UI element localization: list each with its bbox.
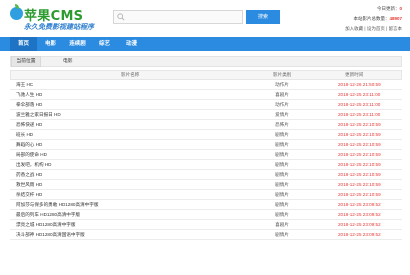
apple-logo-icon xyxy=(10,4,23,20)
movie-update-time: 2018-12-25 23:09:52 xyxy=(338,222,381,227)
table-row: 决斗部神 HD1280高清国语中字版 剧情片 2018-12-25 23:09:52 xyxy=(10,230,402,240)
table-row: 恐怖快递 HD 恐怖片 2018-12-25 22:10:59 xyxy=(10,120,402,130)
table-row: 班长 HD 剧情片 2018-12-25 22:10:59 xyxy=(10,130,402,140)
site-stats: 今日更新：0 本站影片总数量：48907 加入收藏 | 设为首页 | 留言本 xyxy=(345,4,402,34)
movie-type-link[interactable]: 爱情片 xyxy=(272,110,292,120)
movie-update-time: 2018-12-25 23:09:52 xyxy=(338,232,381,237)
table-row: 救世风雨 HD 剧情片 2018-12-25 22:10:59 xyxy=(10,180,402,190)
movie-title-link[interactable]: 漂亮之城 HD1280高清中字版 xyxy=(16,220,75,230)
movie-title-link[interactable]: 出发吧，机构 HD xyxy=(16,160,51,170)
movie-update-time: 2018-12-25 23:09:52 xyxy=(338,212,381,217)
movie-title-link[interactable]: 班长 HD xyxy=(16,130,33,140)
movie-title-link[interactable]: 决斗部神 HD1280高清国语中字版 xyxy=(16,230,85,240)
movie-update-time: 2018-12-25 23:11:00 xyxy=(338,102,381,107)
table-row: 飞驰人生 HD 喜剧片 2018-12-25 23:11:00 xyxy=(10,90,402,100)
table-row: 出发吧，机构 HD 剧情片 2018-12-25 22:10:59 xyxy=(10,160,402,170)
table-header: 影片名称 影片类别 更新时间 xyxy=(10,70,402,80)
movie-title-link[interactable]: 飞驰人生 HD xyxy=(16,90,42,100)
movie-title-link[interactable]: 局部的使命 HD xyxy=(16,150,47,160)
movie-type-link[interactable]: 剧情片 xyxy=(272,130,292,140)
search-icon xyxy=(117,13,125,21)
movie-type-link[interactable]: 剧情片 xyxy=(272,140,292,150)
movie-title-link[interactable]: 舞蹈的心 HD xyxy=(16,140,42,150)
movie-update-time: 2018-12-25 23:09:52 xyxy=(338,202,381,207)
table-row: 波兰雅之家日报日 HD 爱情片 2018-12-25 23:11:00 xyxy=(10,110,402,120)
breadcrumb-home[interactable]: 当前位置 xyxy=(11,56,41,67)
total-movies: 本站影片总数量：48907 xyxy=(345,14,402,24)
table-row: 最后的列车 HD1280高清中字版 剧情片 2018-12-25 23:09:52 xyxy=(10,210,402,220)
movie-type-link[interactable]: 剧情片 xyxy=(272,210,292,220)
nav-item-series[interactable]: 连续剧 xyxy=(64,37,91,51)
table-row: 漂亮之城 HD1280高清中字版 喜剧片 2018-12-25 23:09:52 xyxy=(10,220,402,230)
movie-title-link[interactable]: 恐怖快递 HD xyxy=(16,120,42,130)
table-row: 阿加莎与保多的勇敢 HD1280高清中字版 剧情片 2018-12-25 23:09… xyxy=(10,200,402,210)
movie-update-time: 2018-12-25 23:11:00 xyxy=(338,112,381,117)
search-input[interactable] xyxy=(127,12,241,22)
breadcrumb-current[interactable]: 电影 xyxy=(63,57,73,66)
movie-title-link[interactable]: 救世风雨 HD xyxy=(16,180,42,190)
search-button[interactable]: 搜索 xyxy=(246,10,280,24)
movie-type-link[interactable]: 动作片 xyxy=(272,80,292,90)
movie-title-link[interactable]: 波兰雅之家日报日 HD xyxy=(16,110,61,120)
movie-update-time: 2018-12-25 23:11:00 xyxy=(338,92,381,97)
movie-type-link[interactable]: 剧情片 xyxy=(272,230,292,240)
header-name: 影片名称 xyxy=(121,72,140,77)
movie-type-link[interactable]: 剧情片 xyxy=(272,170,292,180)
movie-type-link[interactable]: 喜剧片 xyxy=(272,90,292,100)
movie-title-link[interactable]: 杀结交杆 HD xyxy=(16,190,42,200)
movie-title-link[interactable]: 海王 HC xyxy=(16,80,33,90)
nav-item-anime[interactable]: 动漫 xyxy=(118,37,145,51)
movie-type-link[interactable]: 剧情片 xyxy=(272,150,292,160)
movie-type-link[interactable]: 剧情片 xyxy=(272,180,292,190)
movie-update-time: 2018-12-25 22:10:59 xyxy=(338,132,381,137)
movie-update-time: 2018-12-25 22:10:59 xyxy=(338,152,381,157)
movie-type-link[interactable]: 动作片 xyxy=(272,100,292,110)
header-type: 影片类别 xyxy=(273,72,292,77)
site-logo[interactable]: 苹果CMS 永久免费影视建站程序 xyxy=(10,4,110,33)
movie-update-time: 2018-12-25 22:10:59 xyxy=(338,122,381,127)
movie-title-link[interactable]: 药香之战 HD xyxy=(16,170,42,180)
movie-update-time: 2018-12-25 22:10:59 xyxy=(338,172,381,177)
logo-slogan: 永久免费影视建站程序 xyxy=(24,24,94,31)
table-row: 局部的使命 HD 剧情片 2018-12-25 22:10:59 xyxy=(10,150,402,160)
total-movies-value: 48907 xyxy=(389,16,402,21)
main-nav: 首页 电影 连续剧 综艺 动漫 xyxy=(0,37,410,51)
nav-item-home[interactable]: 首页 xyxy=(10,37,37,51)
movie-title-link[interactable]: 拳伞部落 HD xyxy=(16,100,42,110)
movie-update-time: 2018-12-26 21:50:59 xyxy=(338,82,381,87)
nav-item-movies[interactable]: 电影 xyxy=(37,37,64,51)
movie-title-link[interactable]: 最后的列车 HD1280高清中字版 xyxy=(16,210,80,220)
movie-update-time: 2018-12-25 22:10:59 xyxy=(338,192,381,197)
movie-type-link[interactable]: 剧情片 xyxy=(272,190,292,200)
movie-update-time: 2018-12-25 22:10:59 xyxy=(338,162,381,167)
movie-type-link[interactable]: 恐怖片 xyxy=(272,120,292,130)
table-row: 海王 HC 动作片 2018-12-26 21:50:59 xyxy=(10,80,402,90)
movie-title-link[interactable]: 阿加莎与保多的勇敢 HD1280高清中字版 xyxy=(16,200,98,210)
table-row: 拳伞部落 HD 动作片 2018-12-25 23:11:00 xyxy=(10,100,402,110)
total-movies-label: 本站影片总数量： xyxy=(353,16,390,21)
nav-item-variety[interactable]: 综艺 xyxy=(91,37,118,51)
header-links[interactable]: 加入收藏 | 设为首页 | 留言本 xyxy=(345,24,402,34)
table-row: 药香之战 HD 剧情片 2018-12-25 22:10:59 xyxy=(10,170,402,180)
movie-table: 影片名称 影片类别 更新时间 海王 HC 动作片 2018-12-26 21:50:… xyxy=(10,70,402,240)
table-row: 舞蹈的心 HD 剧情片 2018-12-25 22:10:59 xyxy=(10,140,402,150)
movie-update-time: 2018-12-25 22:10:59 xyxy=(338,142,381,147)
table-row: 杀结交杆 HD 剧情片 2018-12-25 22:10:59 xyxy=(10,190,402,200)
today-update-label: 今日更新： xyxy=(376,6,400,11)
today-update-value: 0 xyxy=(399,6,402,11)
movie-type-link[interactable]: 剧情片 xyxy=(272,160,292,170)
site-header: 苹果CMS 永久免费影视建站程序 搜索 今日更新：0 本站影片总数量：48907… xyxy=(0,0,410,36)
search-box xyxy=(113,10,243,24)
search-bar: 搜索 xyxy=(113,10,280,24)
movie-type-link[interactable]: 喜剧片 xyxy=(272,220,292,230)
movie-update-time: 2018-12-25 22:10:59 xyxy=(338,182,381,187)
table-body: 海王 HC 动作片 2018-12-26 21:50:59 飞驰人生 HD 喜剧片 201… xyxy=(10,80,402,240)
header-time: 更新时间 xyxy=(345,72,364,77)
breadcrumb: 当前位置 电影 xyxy=(10,56,402,67)
today-update: 今日更新：0 xyxy=(345,4,402,14)
movie-type-link[interactable]: 剧情片 xyxy=(272,200,292,210)
